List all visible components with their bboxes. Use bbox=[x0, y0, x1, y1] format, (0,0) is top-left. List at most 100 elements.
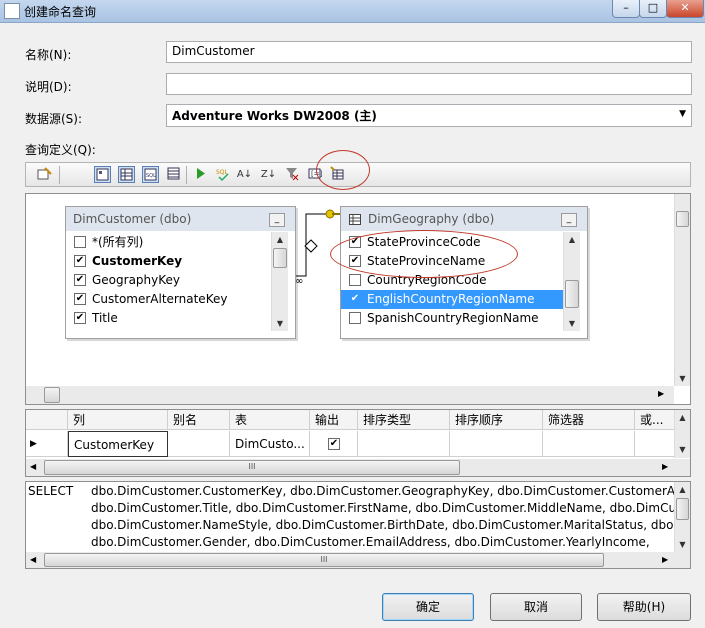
data-source-label: 数据源(S): bbox=[25, 112, 83, 126]
column-checkbox[interactable]: ✔ bbox=[74, 255, 86, 267]
scroll-up-icon[interactable]: ▲ bbox=[564, 232, 580, 247]
column-row-customerkey[interactable]: ✔ CustomerKey bbox=[66, 252, 271, 271]
column-row-title[interactable]: ✔ Title bbox=[66, 309, 271, 328]
column-checkbox[interactable]: ✔ bbox=[74, 293, 86, 305]
sql-vertical-scrollbar[interactable]: ▲ ▼ bbox=[674, 482, 690, 552]
column-row-spanishcountryregionname[interactable]: SpanishCountryRegionName bbox=[341, 309, 563, 328]
scroll-up-icon[interactable]: ▲ bbox=[675, 482, 690, 497]
scroll-up-icon[interactable]: ▲ bbox=[272, 232, 288, 247]
diagram-vertical-scrollbar[interactable]: ▼ bbox=[674, 194, 690, 386]
scroll-thumb[interactable]: III bbox=[44, 553, 604, 567]
sql-line: dbo.DimCustomer.CustomerKey, dbo.DimCust… bbox=[91, 484, 691, 498]
scroll-down-icon[interactable]: ▼ bbox=[675, 442, 690, 457]
scroll-thumb[interactable] bbox=[273, 248, 287, 268]
sort-descending-icon[interactable]: Z↓ bbox=[260, 166, 277, 183]
show-results-icon[interactable] bbox=[165, 166, 182, 183]
help-button[interactable]: 帮助(H) bbox=[597, 593, 691, 621]
grid-header-sort-type[interactable]: 排序类型 bbox=[358, 410, 450, 430]
window-title: 创建命名查询 bbox=[24, 5, 97, 19]
diagram-horizontal-scrollbar[interactable]: ▶ bbox=[26, 386, 674, 404]
scroll-right-icon[interactable]: ▶ bbox=[662, 462, 668, 471]
query-definition-label: 查询定义(Q): bbox=[25, 143, 96, 157]
close-button[interactable]: ✕ bbox=[666, 0, 704, 18]
grid-header-sort-order[interactable]: 排序顺序 bbox=[450, 410, 543, 430]
sql-line: dbo.DimCustomer.Title, dbo.DimCustomer.F… bbox=[91, 501, 688, 515]
scroll-down-icon[interactable]: ▼ bbox=[564, 316, 580, 331]
grid-header-table[interactable]: 表 bbox=[230, 410, 310, 430]
grid-horizontal-scrollbar[interactable]: ◀ III ▶ bbox=[26, 459, 690, 476]
table-title: DimGeography (dbo) bbox=[341, 207, 587, 231]
table-minimize-button[interactable]: _ bbox=[561, 213, 577, 227]
cancel-button[interactable]: 取消 bbox=[490, 593, 582, 621]
name-field[interactable]: DimCustomer bbox=[166, 41, 692, 63]
remove-filter-icon[interactable] bbox=[283, 166, 300, 183]
chevron-down-icon: ▼ bbox=[679, 109, 686, 119]
window-icon bbox=[4, 3, 20, 19]
column-checkbox[interactable]: ✔ bbox=[74, 312, 86, 324]
scroll-left-icon[interactable]: ◀ bbox=[30, 462, 36, 471]
scroll-down-icon[interactable]: ▼ bbox=[675, 537, 690, 552]
grid-corner bbox=[26, 410, 68, 430]
grid-cell-table[interactable]: DimCusto... bbox=[230, 431, 310, 457]
column-row-all[interactable]: *(所有列) bbox=[66, 233, 271, 252]
grid-cell-sort-order[interactable] bbox=[450, 431, 543, 457]
grid-header-filter[interactable]: 筛选器 bbox=[543, 410, 635, 430]
table-scrollbar[interactable]: ▲ ▼ bbox=[271, 232, 288, 331]
maximize-button[interactable]: □ bbox=[639, 0, 667, 18]
diagram-pane-icon[interactable] bbox=[36, 166, 53, 183]
ok-button[interactable]: 确定 bbox=[382, 593, 474, 621]
column-row-englishcountryregionname[interactable]: ✔ EnglishCountryRegionName bbox=[341, 290, 563, 309]
grid-header-or[interactable]: 或... bbox=[635, 410, 675, 430]
name-label: 名称(N): bbox=[25, 48, 72, 62]
data-source-select[interactable]: Adventure Works DW2008 (主) ▼ bbox=[166, 104, 692, 127]
show-sql-icon[interactable]: SQL bbox=[142, 166, 159, 183]
scroll-thumb[interactable]: III bbox=[44, 460, 460, 475]
grid-cell-column[interactable]: CustomerKey bbox=[68, 431, 168, 457]
row-selector[interactable]: ▶ bbox=[26, 431, 68, 457]
grid-cell-alias[interactable] bbox=[168, 431, 230, 457]
column-checkbox[interactable]: ✔ bbox=[74, 274, 86, 286]
table-dimcustomer[interactable]: DimCustomer (dbo) _ *(所有列) ✔ CustomerKey … bbox=[65, 206, 296, 339]
sort-ascending-icon[interactable]: A↓ bbox=[236, 166, 253, 183]
svg-text:∞: ∞ bbox=[295, 276, 303, 287]
column-checkbox[interactable] bbox=[349, 312, 361, 324]
table-minimize-button[interactable]: _ bbox=[269, 213, 285, 227]
sql-keyword: SELECT bbox=[28, 484, 74, 498]
title-bar: 创建命名查询 – □ ✕ bbox=[0, 0, 705, 23]
description-field[interactable] bbox=[166, 73, 692, 95]
run-icon[interactable] bbox=[192, 166, 209, 183]
scroll-down-icon[interactable]: ▼ bbox=[272, 316, 288, 331]
scroll-up-icon[interactable]: ▲ bbox=[675, 410, 690, 425]
grid-header-column[interactable]: 列 bbox=[68, 410, 168, 430]
show-grid-icon[interactable] bbox=[118, 166, 135, 183]
grid-vertical-scrollbar[interactable]: ▲ ▼ bbox=[674, 410, 690, 458]
show-diagram-icon[interactable] bbox=[94, 166, 111, 183]
verify-sql-icon[interactable]: SQL bbox=[215, 166, 232, 183]
grid-cell-output[interactable]: ✔ bbox=[310, 431, 358, 457]
scroll-right-icon[interactable]: ▶ bbox=[662, 555, 668, 564]
column-row-customeralternatekey[interactable]: ✔ CustomerAlternateKey bbox=[66, 290, 271, 309]
sql-pane[interactable]: SELECT dbo.DimCustomer.CustomerKey, dbo.… bbox=[25, 481, 691, 569]
scroll-thumb[interactable] bbox=[676, 498, 689, 520]
scroll-thumb[interactable] bbox=[565, 280, 579, 308]
sql-horizontal-scrollbar[interactable]: ◀ III ▶ bbox=[26, 552, 690, 568]
scroll-right-icon[interactable]: ▶ bbox=[658, 389, 664, 398]
description-label: 说明(D): bbox=[25, 80, 72, 94]
column-row-geographykey[interactable]: ✔ GeographyKey bbox=[66, 271, 271, 290]
scroll-down-icon[interactable]: ▼ bbox=[675, 371, 690, 386]
column-checkbox[interactable]: ✔ bbox=[349, 293, 361, 305]
minimize-button[interactable]: – bbox=[612, 0, 640, 18]
column-checkbox[interactable] bbox=[349, 274, 361, 286]
grid-cell-filter[interactable] bbox=[543, 431, 635, 457]
scroll-thumb[interactable] bbox=[676, 211, 689, 227]
grid-header-alias[interactable]: 别名 bbox=[168, 410, 230, 430]
grid-header-output[interactable]: 输出 bbox=[310, 410, 358, 430]
table-scrollbar[interactable]: ▲ ▼ bbox=[563, 232, 580, 331]
grid-cell-or[interactable] bbox=[635, 431, 675, 457]
column-checkbox[interactable] bbox=[74, 236, 86, 248]
grid-cell-sort-type[interactable] bbox=[358, 431, 450, 457]
scroll-left-icon[interactable]: ◀ bbox=[30, 555, 36, 564]
output-checkbox[interactable]: ✔ bbox=[328, 438, 340, 450]
scroll-thumb[interactable] bbox=[44, 387, 60, 403]
data-source-value: Adventure Works DW2008 (主) bbox=[172, 109, 377, 123]
